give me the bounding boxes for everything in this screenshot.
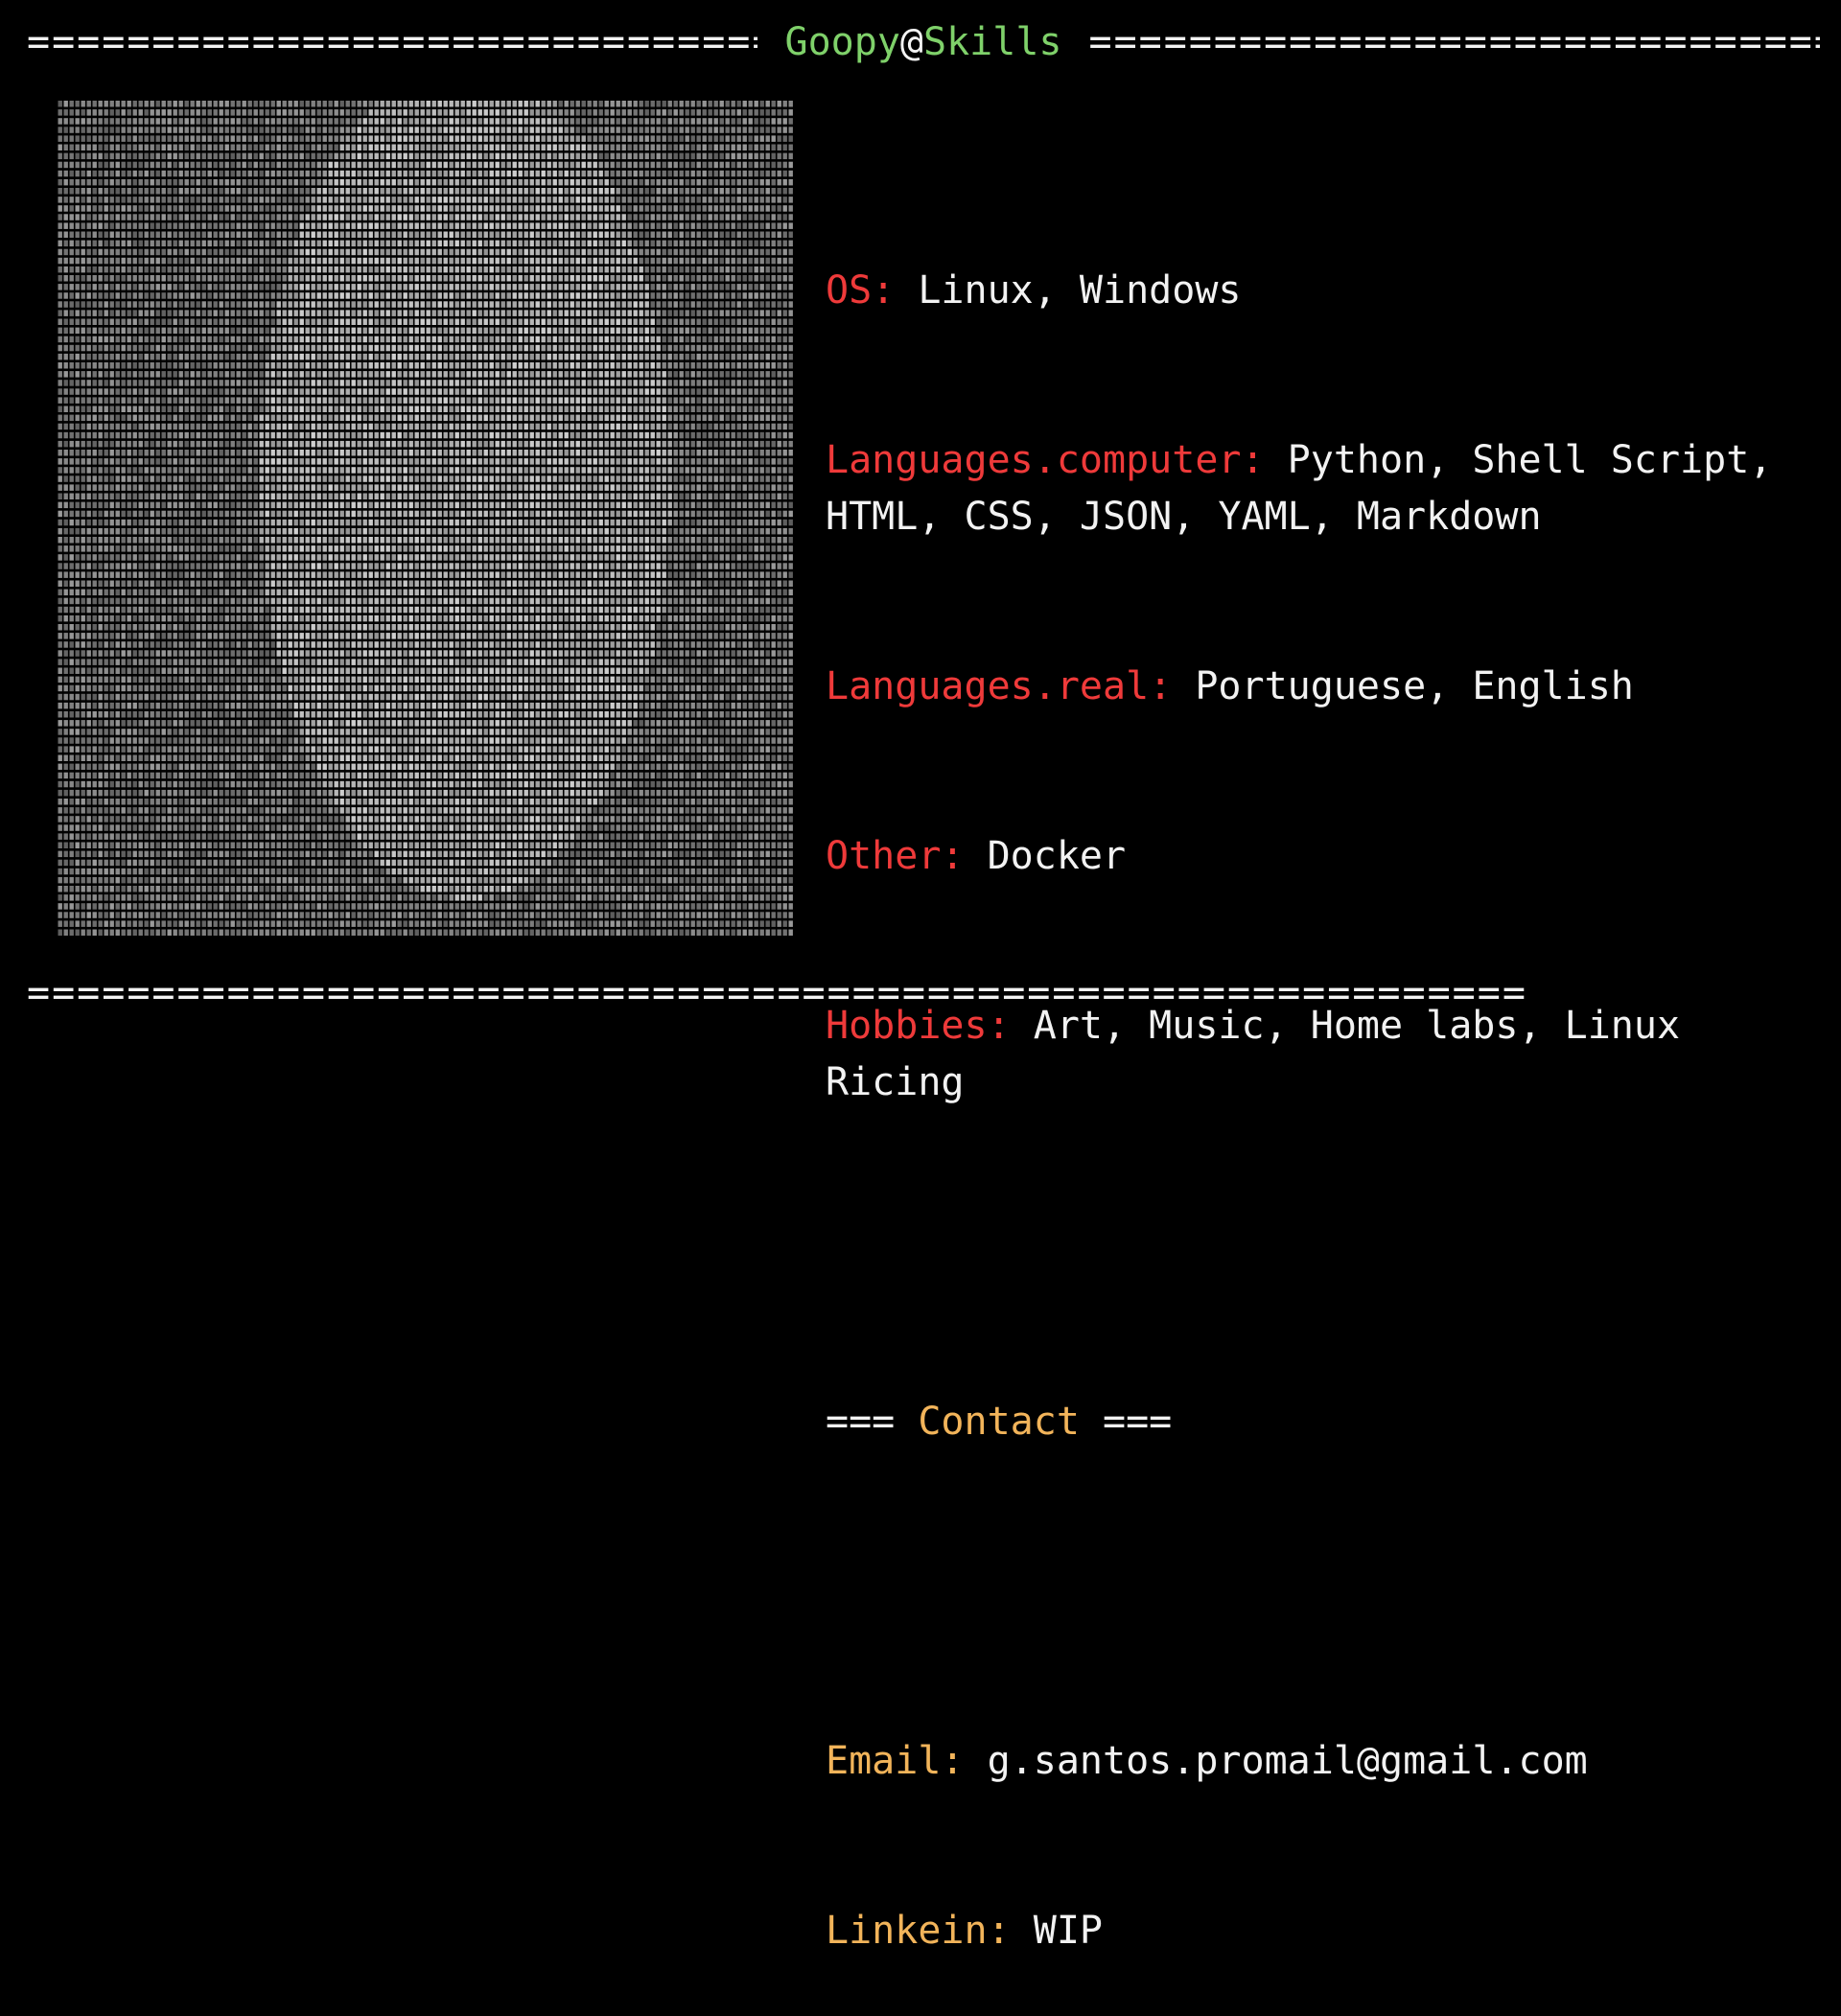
skill-value: Portuguese, English: [1195, 664, 1634, 708]
bottom-rule-dashes: ========================================…: [27, 971, 1527, 1015]
skill-row-languages-real: Languages.real: Portuguese, English: [826, 659, 1804, 715]
contact-heading: === Contact ===: [826, 1394, 1804, 1450]
top-rule: ========================================…: [27, 13, 1820, 71]
linkedin-label: Linkein:: [826, 1909, 1011, 1953]
top-rule-left-dashes: ========================================…: [27, 20, 758, 64]
skill-value: Docker: [987, 834, 1127, 878]
window-title: Goopy@Skills: [757, 13, 1088, 71]
ascii-portrait-canvas: [58, 101, 793, 936]
title-at: @: [899, 20, 923, 64]
contact-heading-prefix: ===: [826, 1400, 919, 1444]
skill-key: Languages.computer:: [826, 438, 1265, 482]
info-panel: OS: Linux, Windows Languages.computer: P…: [826, 150, 1804, 2016]
email-label: Email:: [826, 1739, 965, 1783]
skill-value: Linux, Windows: [918, 268, 1242, 313]
skill-row-languages-computer: Languages.computer: Python, Shell Script…: [826, 432, 1804, 545]
contact-heading-title: Contact: [918, 1400, 1080, 1444]
skill-key: Languages.real:: [826, 664, 1173, 708]
ascii-portrait-icon: [58, 100, 798, 939]
contact-row-linkedin: Linkein: WIP: [826, 1903, 1804, 1959]
skill-row-other: Other: Docker: [826, 828, 1804, 885]
skill-row-os: OS: Linux, Windows: [826, 263, 1804, 319]
contact-heading-suffix: ===: [1079, 1400, 1173, 1444]
top-rule-right-dashes: ========================================…: [1088, 20, 1820, 64]
skill-key: Other:: [826, 834, 965, 878]
ascii-glyph-field: [58, 101, 793, 936]
title-user: Goopy: [784, 20, 900, 64]
linkedin-value[interactable]: WIP: [1034, 1909, 1103, 1953]
skill-key: OS:: [826, 268, 896, 313]
bottom-rule: ========================================…: [27, 964, 1820, 1022]
email-value[interactable]: g.santos.promail@gmail.com: [988, 1739, 1588, 1783]
contact-row-email: Email: g.santos.promail@gmail.com: [826, 1733, 1804, 1790]
title-host: Skills: [923, 20, 1062, 64]
